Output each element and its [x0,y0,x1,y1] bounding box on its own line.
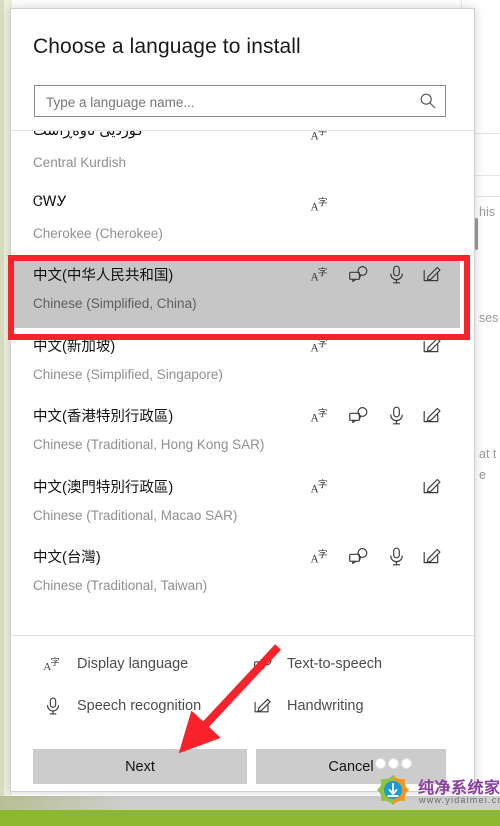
svg-text:字: 字 [318,266,328,278]
search-input[interactable] [44,86,418,118]
legend-label: Handwriting [287,698,364,714]
svg-text:字: 字 [318,548,328,560]
legend-item-text-to-speech: Text-to-speech [253,654,382,674]
language-list[interactable]: کوردیی ناوەڕاست Central Kurdish A 字 ᏣᎳᎩ Chero… [11,131,474,625]
watermark-logo-icon [377,775,409,805]
background-text-fragment: e [479,468,486,482]
site-watermark: 纯净系统家园 www.yidaimei.com [370,758,500,818]
display-language-icon: A字 [310,405,332,427]
language-list-item[interactable]: 中文(澳門特別行政區) Chinese (Traditional, Macao S… [11,470,460,540]
svg-text:字: 字 [51,656,60,667]
language-feature-icons: A字 [310,405,448,429]
language-native-name: 中文(香港特別行政區) [33,409,174,425]
language-native-name: 中文(台灣) [33,550,101,566]
legend-item-handwriting: Handwriting [253,696,364,716]
background-taskbar-fade [0,796,130,810]
language-list-item[interactable]: 中文(香港特別行政區) Chinese (Traditional, Hong Ko… [11,399,460,469]
svg-text:字: 字 [318,478,328,490]
language-list-item[interactable]: 中文(台灣) Chinese (Traditional, Taiwan) A 字 [11,540,460,610]
svg-text:字: 字 [318,196,328,208]
language-english-name: Chinese (Traditional, Hong Kong SAR) [33,437,265,452]
dialog-title: Choose a language to install [33,35,301,58]
display-language-icon: A字 [310,476,332,498]
handwriting-icon [422,264,444,286]
legend-item-speech-recognition: Speech recognition [43,696,201,716]
background-text-fragment: his [479,205,495,219]
language-feature-icons: A字 [310,194,448,218]
text-to-speech-icon [348,264,370,286]
background-scrollbar-thumb[interactable] [475,218,478,250]
watermark-url: www.yidaimei.com [419,795,500,805]
language-english-name: Central Kurdish [33,155,127,170]
display-language-icon: A字 [43,654,63,674]
handwriting-icon [422,546,444,568]
language-english-name: Cherokee (Cherokee) [33,225,163,241]
display-language-icon: A字 [310,194,332,216]
handwriting-icon [253,696,273,716]
language-list-item[interactable]: ᏣᎳᎩ Cherokee (Cherokee) A 字 [11,188,460,258]
speech-recognition-icon [386,546,408,568]
language-feature-icons: A字 [310,546,448,570]
speech-recognition-icon [43,696,63,716]
background-text-fragment: at t [479,447,497,461]
search-icon [419,92,437,110]
text-to-speech-icon [348,546,370,568]
display-language-icon: A字 [310,546,332,568]
choose-language-dialog: Choose a language to install کوردیی ناوە… [10,8,475,792]
speech-recognition-icon [386,405,408,427]
language-english-name: Chinese (Simplified, China) [33,296,197,311]
background-left-edge [0,0,4,806]
svg-text:字: 字 [318,337,328,349]
display-language-icon: A字 [310,264,332,286]
next-button[interactable]: Next [33,749,247,784]
display-language-icon: A字 [310,131,332,145]
language-feature-icons: A字 [310,476,448,500]
handwriting-icon [422,476,444,498]
legend-item-display-language: A字 Display language [43,654,188,674]
watermark-dots [375,758,431,774]
language-list-item[interactable]: کوردیی ناوەڕاست Central Kurdish A 字 [11,131,460,187]
language-list-item[interactable]: 中文(中华人民共和国) Chinese (Simplified, China) A 字 [11,258,460,328]
legend-label: Speech recognition [77,698,202,714]
language-feature-icons: A字 [310,131,448,147]
text-to-speech-icon [348,405,370,427]
language-feature-icons: A字 [310,335,448,359]
speech-recognition-icon [386,264,408,286]
text-to-speech-icon [253,654,273,674]
language-native-name: 中文(澳門特別行政區) [33,479,174,496]
display-language-icon: A字 [310,335,332,357]
handwriting-icon [422,335,444,357]
language-native-name: 中文(新加坡) [33,338,116,355]
language-english-name: Chinese (Traditional, Macao SAR) [33,507,238,523]
language-search-box[interactable] [34,85,446,118]
background-text-fragment: ses [479,311,499,325]
language-english-name: Chinese (Simplified, Singapore) [33,366,223,382]
language-english-name: Chinese (Traditional, Taiwan) [33,578,208,593]
legend-label: Display language [77,656,189,672]
language-feature-icons: A字 [310,264,448,288]
language-native-name: 中文(中华人民共和国) [33,268,174,284]
language-list-item[interactable]: 中文(新加坡) Chinese (Simplified, Singapore) A 字 [11,329,460,399]
svg-text:字: 字 [318,131,328,137]
language-native-name: ᏣᎳᎩ [33,193,67,210]
legend-label: Text-to-speech [287,656,383,672]
handwriting-icon [422,405,444,427]
language-native-name: کوردیی ناوەڕاست [33,131,144,139]
feature-legend: A字 Display language Text-to-speech Speec… [11,635,474,728]
svg-text:字: 字 [318,407,328,419]
